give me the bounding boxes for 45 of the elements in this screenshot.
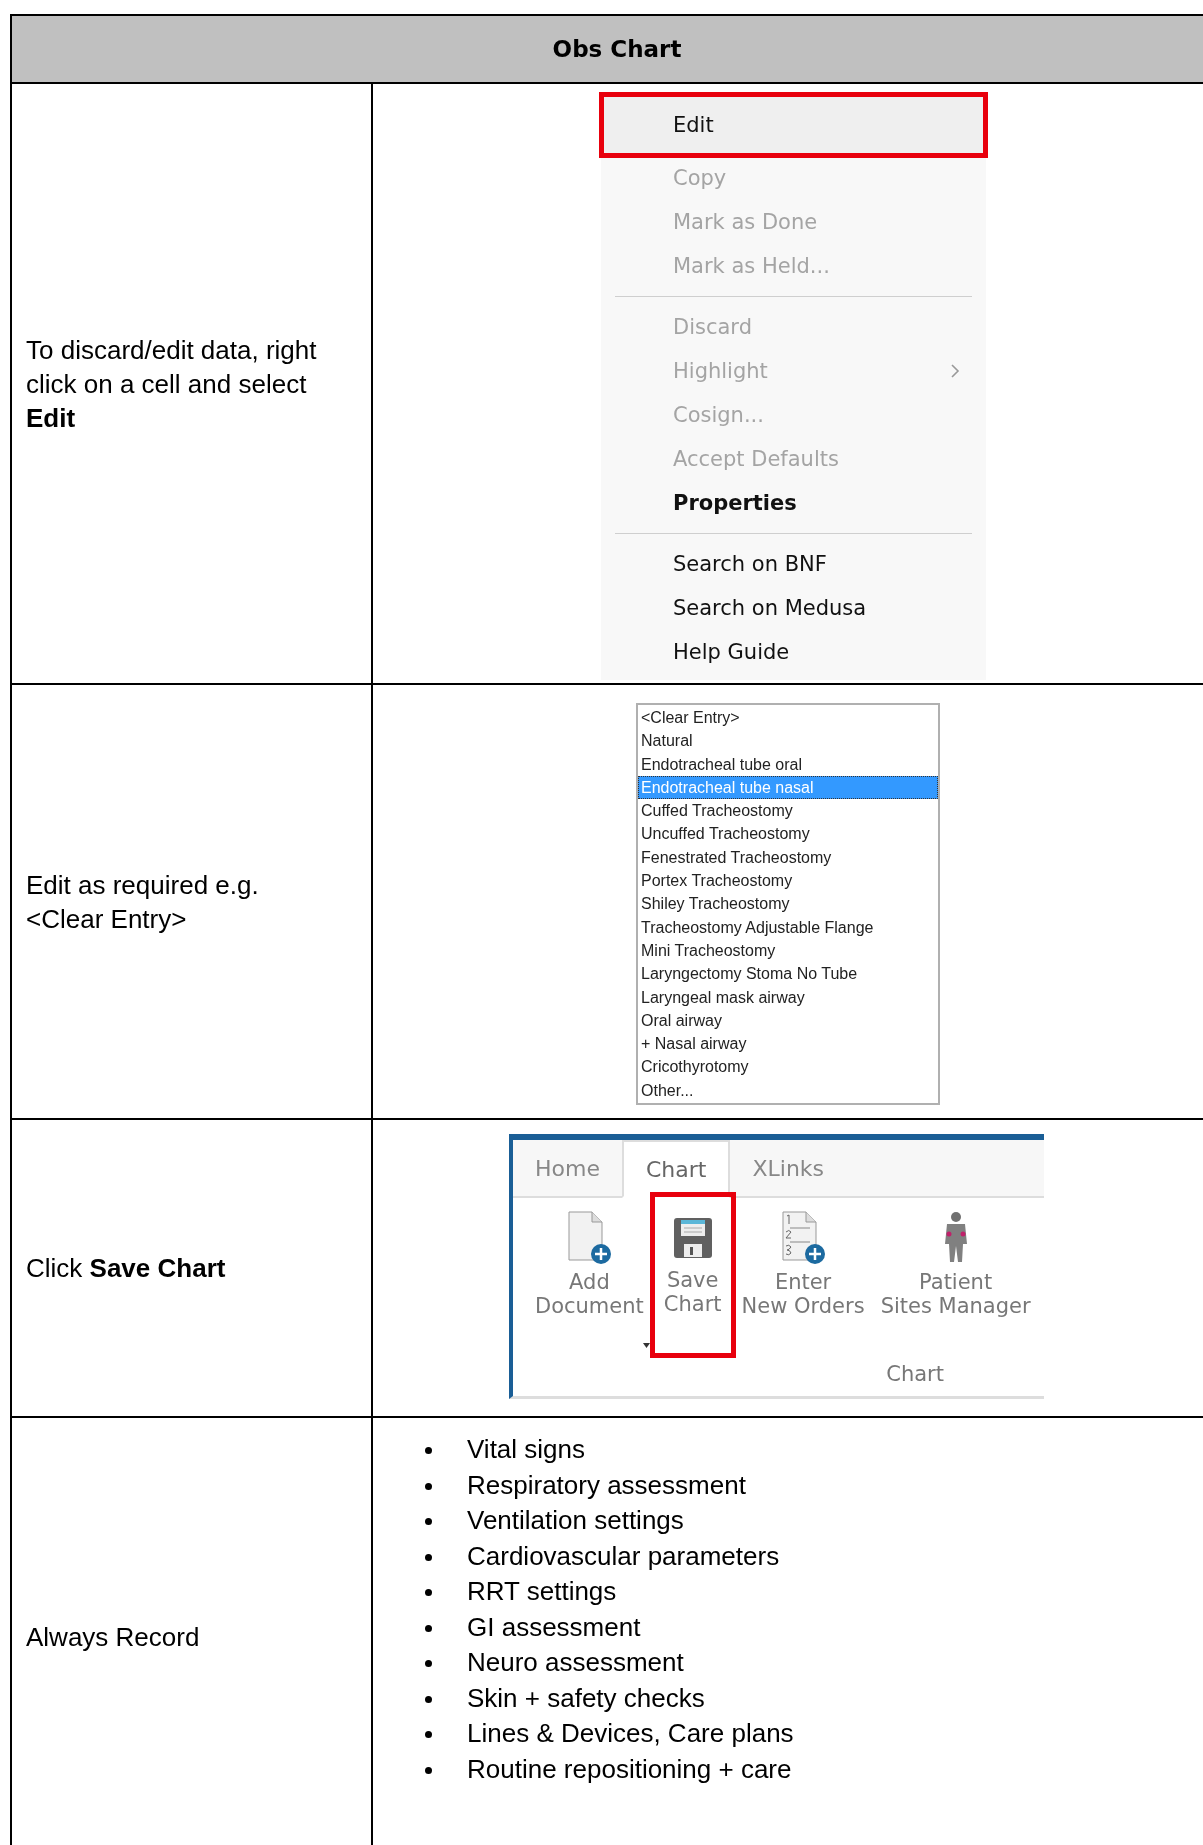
bullet-item: Cardiovascular parameters (425, 1538, 780, 1574)
menu-item[interactable]: Search on BNF (601, 542, 986, 586)
instruction-text: Edit as required e.g. <Clear Entry> (26, 868, 260, 936)
numbered-document-add-icon (780, 1210, 827, 1266)
list-option[interactable]: Endotracheal tube oral (638, 752, 938, 776)
ribbon-button[interactable]: Patient Sites Manager (872, 1210, 1039, 1356)
instruction-text: Always Record (26, 1621, 200, 1654)
menu-item[interactable]: Help Guide (601, 630, 986, 674)
bullet-item: Skin + safety checks (425, 1680, 705, 1716)
group-label: Chart (886, 1362, 944, 1386)
list-option[interactable]: Natural (638, 729, 938, 753)
bullet-item: RRT settings (425, 1574, 617, 1610)
bullet-item: Routine repositioning + care (425, 1751, 792, 1787)
list-option[interactable]: <Clear Entry> (638, 706, 938, 730)
document-add-icon (566, 1210, 613, 1266)
list-option[interactable]: Portex Tracheostomy (638, 869, 938, 893)
table-header: Obs Chart (12, 16, 1203, 84)
bullet-item: Vital signs (425, 1432, 586, 1468)
menu-item[interactable]: Search on Medusa (601, 586, 986, 630)
caret-icon (642, 1343, 650, 1348)
ribbon-tab[interactable]: Chart (621, 1140, 731, 1198)
list-option[interactable]: + Nasal airway (638, 1032, 938, 1056)
menu-item[interactable]: Properties (601, 481, 986, 525)
instruction-text: To discard/edit data, right click on a cell and select Edit (26, 333, 318, 435)
chevron-right-icon (950, 363, 960, 379)
menu-item[interactable]: Edit (601, 94, 986, 156)
bullet-item: GI assessment (425, 1609, 641, 1645)
list-option[interactable]: Tracheostomy Adjustable Flange (638, 915, 938, 939)
list-option[interactable]: Laryngeal mask airway (638, 985, 938, 1009)
ribbon-button[interactable]: Enter New Orders (733, 1210, 873, 1356)
bullet-item: Ventilation settings (425, 1503, 684, 1539)
list-option[interactable]: Shiley Tracheostomy (638, 892, 938, 916)
list-option[interactable]: Cuffed Tracheostomy (638, 799, 938, 823)
list-option[interactable]: Uncuffed Tracheostomy (638, 822, 938, 846)
list-option[interactable]: Laryngectomy Stoma No Tube (638, 962, 938, 986)
list-option[interactable]: Cricothyrotomy (638, 1055, 938, 1079)
bullet-item: Respiratory assessment (425, 1467, 746, 1503)
ribbon-button[interactable]: Add Document (527, 1210, 652, 1356)
list-option[interactable]: Other... (638, 1078, 938, 1103)
bullet-item: Lines & Devices, Care plans (425, 1716, 794, 1752)
bullet-item: Neuro assessment (425, 1645, 684, 1681)
list-option[interactable]: Fenestrated Tracheostomy (638, 845, 938, 870)
list-option[interactable]: Oral airway (638, 1008, 938, 1033)
instruction-text: Click Save Chart (26, 1252, 226, 1285)
list-option[interactable]: Mini Tracheostomy (638, 938, 938, 963)
